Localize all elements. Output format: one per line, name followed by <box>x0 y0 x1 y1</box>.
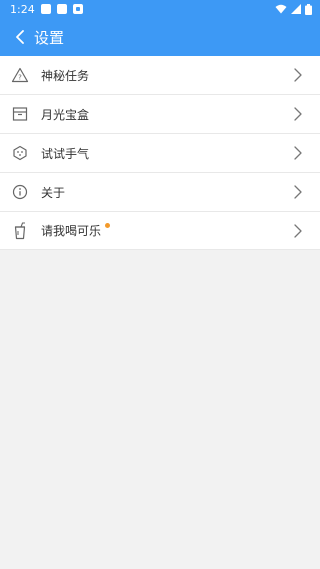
notification-app-icon <box>72 4 83 14</box>
triangle-question-icon: ? <box>10 65 30 85</box>
menu-item-try-luck[interactable]: 试试手气 <box>0 134 320 173</box>
menu-item-label: 试试手气 <box>41 146 90 161</box>
menu-item-moonlight-box[interactable]: 月光宝盒 <box>0 95 320 134</box>
chevron-right-icon <box>294 68 302 82</box>
status-bar: 1:24 <box>0 0 320 18</box>
info-icon <box>10 182 30 202</box>
menu-item-mystery-task[interactable]: ? 神秘任务 <box>0 56 320 95</box>
dice-icon <box>10 143 30 163</box>
notification-app-icon <box>56 4 67 14</box>
menu-item-about[interactable]: 关于 <box>0 173 320 212</box>
chevron-right-icon <box>294 185 302 199</box>
page-title: 设置 <box>34 28 65 47</box>
chevron-right-icon <box>294 224 302 238</box>
status-time: 1:24 <box>10 2 35 16</box>
status-left: 1:24 <box>10 3 83 16</box>
battery-icon <box>305 3 312 15</box>
menu-item-label: 关于 <box>41 185 66 200</box>
new-badge-dot <box>105 223 111 228</box>
menu-item-label: 神秘任务 <box>41 68 90 83</box>
settings-list: ? 神秘任务 月光宝盒 试试手气 关于 请我喝可乐 <box>0 56 320 250</box>
cola-cup-icon <box>10 221 30 241</box>
chevron-right-icon <box>294 107 302 121</box>
menu-item-buy-cola[interactable]: 请我喝可乐 <box>0 212 320 250</box>
back-button[interactable] <box>8 25 32 49</box>
signal-icon <box>291 4 301 14</box>
menu-item-label: 请我喝可乐 <box>41 224 102 238</box>
menu-item-label: 月光宝盒 <box>41 107 90 122</box>
wifi-icon <box>275 4 287 14</box>
svg-text:?: ? <box>18 74 22 82</box>
status-right <box>275 3 312 15</box>
app-bar: 设置 <box>0 18 320 56</box>
box-icon <box>10 104 30 124</box>
notification-app-icon <box>40 4 51 14</box>
chevron-left-icon <box>16 30 24 44</box>
chevron-right-icon <box>294 146 302 160</box>
